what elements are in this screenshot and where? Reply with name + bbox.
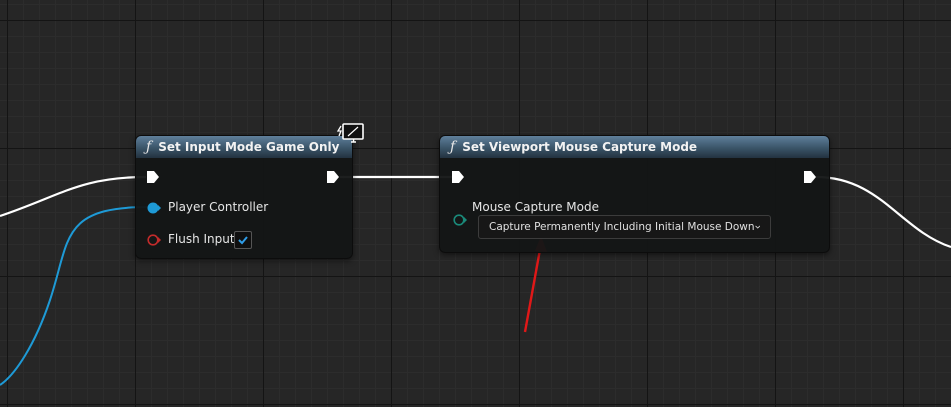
- flush-input-label: Flush Input: [168, 232, 235, 246]
- player-controller-pin[interactable]: [146, 201, 162, 215]
- flush-input-checkbox[interactable]: [234, 231, 252, 249]
- exec-wire-in: [0, 175, 147, 218]
- player-controller-wire: [0, 206, 149, 386]
- monitor-icon: [336, 123, 364, 143]
- function-icon: ƒ: [146, 139, 152, 155]
- function-icon: ƒ: [450, 139, 456, 155]
- exec-output-pin[interactable]: [803, 170, 817, 184]
- mouse-capture-mode-dropdown[interactable]: Capture Permanently Including Initial Mo…: [478, 215, 771, 239]
- node-header[interactable]: ƒ Set Input Mode Game Only: [136, 136, 352, 158]
- exec-wire-out: [815, 175, 951, 249]
- node-set-viewport-mouse-capture-mode[interactable]: ƒ Set Viewport Mouse Capture Mode Mouse …: [439, 135, 830, 253]
- annotation-arrow: [523, 243, 543, 333]
- player-controller-label: Player Controller: [168, 200, 269, 214]
- exec-input-pin[interactable]: [451, 170, 465, 184]
- dropdown-value: Capture Permanently Including Initial Mo…: [489, 221, 755, 233]
- chevron-down-icon: [754, 225, 760, 229]
- node-title: Set Viewport Mouse Capture Mode: [462, 140, 698, 154]
- node-set-input-mode-game-only[interactable]: ƒ Set Input Mode Game Only Player Contro…: [135, 135, 353, 259]
- flush-input-pin[interactable]: [146, 233, 162, 247]
- mouse-capture-mode-label: Mouse Capture Mode: [472, 200, 599, 214]
- mouse-capture-mode-pin[interactable]: [452, 213, 468, 227]
- node-title: Set Input Mode Game Only: [158, 140, 340, 154]
- exec-input-pin[interactable]: [146, 170, 160, 184]
- exec-output-pin[interactable]: [326, 170, 340, 184]
- checkmark-icon: [238, 236, 248, 245]
- node-header[interactable]: ƒ Set Viewport Mouse Capture Mode: [440, 136, 829, 158]
